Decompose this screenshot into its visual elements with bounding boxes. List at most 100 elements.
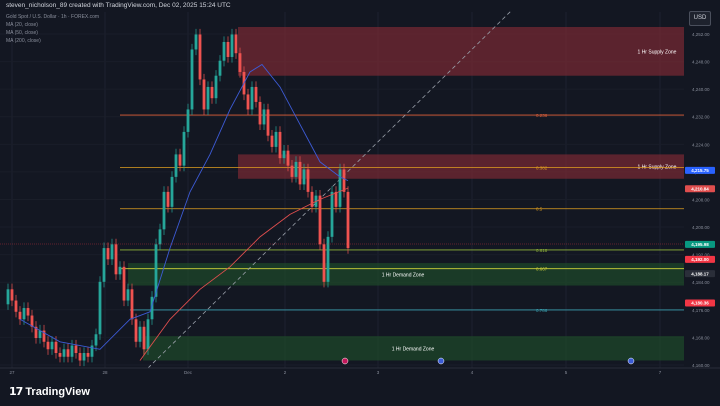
tradingview-logo-text: TradingView (25, 385, 90, 398)
candle-body (306, 169, 310, 192)
price-label-text: 4,192.00 (691, 257, 709, 262)
candle-body (118, 266, 122, 275)
fib-level-label: 0.382 (536, 166, 548, 171)
time-axis-tick: 27 (9, 370, 15, 375)
candle-body (182, 131, 186, 166)
fib-level-label: 0.618 (536, 248, 548, 253)
price-label-text: 4,215.75 (691, 168, 709, 173)
candle-body (282, 150, 286, 159)
price-axis-tick: 4,160.00 (692, 363, 710, 368)
candle-body (202, 79, 206, 110)
candle-body (326, 236, 330, 282)
price-axis-tick: 4,176.00 (692, 308, 710, 313)
zone-label: 1 Hr Supply Zone (638, 49, 677, 55)
candle-body (138, 326, 142, 342)
candle-body (322, 244, 326, 282)
candle-body (14, 300, 18, 312)
price-axis-tick: 4,184.00 (692, 280, 710, 285)
candle-body (334, 191, 338, 207)
candle-body (302, 169, 306, 185)
candle-body (106, 248, 110, 260)
candle-body (318, 195, 322, 245)
candle-body (270, 135, 274, 147)
candle-body (86, 353, 90, 357)
candle-body (298, 161, 302, 185)
candle-body (146, 319, 150, 350)
economic-event-icon[interactable] (627, 357, 635, 365)
candle-body (230, 34, 234, 57)
candle-body (114, 244, 118, 275)
candle-body (194, 34, 198, 50)
footer-bar (0, 377, 720, 406)
tradingview-logo-icon: 17 (9, 385, 23, 398)
candle-body (278, 131, 282, 159)
currency-button[interactable]: USD (689, 11, 711, 26)
candle-body (266, 109, 270, 136)
price-label-text: 4,180.36 (691, 301, 709, 306)
candle-body (18, 311, 22, 320)
candle-body (78, 353, 82, 361)
candle-body (238, 53, 242, 72)
candle-body (62, 349, 66, 357)
candle-body (286, 150, 290, 166)
candle-body (10, 289, 14, 301)
symbol-legend[interactable]: Gold Spot / U.S. Dollar · 1h · FOREX.com (6, 14, 99, 20)
candle-body (26, 308, 30, 316)
price-chart[interactable]: 1 Hr Supply Zone1 Hr Supply Zone1 Hr Dem… (0, 0, 720, 406)
candle-body (134, 319, 138, 342)
price-axis-tick: 4,248.00 (692, 60, 710, 65)
candle-body (234, 34, 238, 54)
candle-body (178, 154, 182, 166)
candle-body (50, 341, 54, 350)
candle-body (206, 86, 210, 110)
candle-body (126, 289, 130, 301)
candle-body (82, 353, 86, 361)
tradingview-logo[interactable]: 17 TradingView (9, 385, 90, 398)
supply-zone[interactable] (238, 26, 684, 76)
price-axis-tick: 4,200.00 (692, 225, 710, 230)
candle-body (218, 60, 222, 76)
candle-body (46, 341, 50, 350)
candle-body (198, 34, 202, 80)
price-axis-tick: 4,240.00 (692, 87, 710, 92)
candle-body (274, 131, 278, 147)
candle-body (338, 169, 342, 207)
candle-body (226, 41, 230, 57)
candle-body (330, 191, 334, 237)
candle-body (6, 289, 10, 305)
fib-level-label: 0.236 (536, 113, 548, 118)
indicator-ma200[interactable]: MA (200, close) (6, 38, 41, 44)
price-axis-tick: 4,168.00 (692, 335, 710, 340)
candle-body (290, 165, 294, 177)
candle-body (170, 176, 174, 207)
candle-body (22, 308, 26, 320)
candle-body (110, 244, 114, 260)
time-axis-tick: Dec (184, 370, 193, 375)
fib-level-label: 0.786 (536, 308, 548, 313)
indicator-ma50[interactable]: MA (50, close) (6, 30, 38, 36)
economic-event-icon[interactable] (341, 357, 349, 365)
candle-body (262, 109, 266, 125)
price-axis-tick: 4,252.00 (692, 32, 710, 37)
economic-event-icon[interactable] (437, 357, 445, 365)
candle-body (58, 353, 62, 357)
candle-body (38, 330, 42, 339)
candle-body (258, 101, 262, 125)
price-label-text: 4,195.98 (691, 242, 709, 247)
indicator-ma20[interactable]: MA (20, close) (6, 22, 38, 28)
candle-body (122, 266, 126, 301)
candle-body (210, 86, 214, 99)
price-label-text: 4,188.17 (691, 271, 709, 276)
chart-title: steven_nicholson_89 created with Trading… (6, 2, 231, 9)
candle-body (54, 341, 58, 354)
zone-label: 1 Hr Demand Zone (382, 272, 425, 278)
candle-body (310, 191, 314, 207)
candle-body (74, 345, 78, 354)
candle-body (190, 49, 194, 110)
fib-level-label: 0.5 (536, 207, 543, 212)
candle-body (130, 289, 134, 320)
candle-body (98, 281, 102, 335)
candle-body (94, 334, 98, 346)
candle-body (254, 86, 258, 102)
candle-body (346, 191, 350, 249)
